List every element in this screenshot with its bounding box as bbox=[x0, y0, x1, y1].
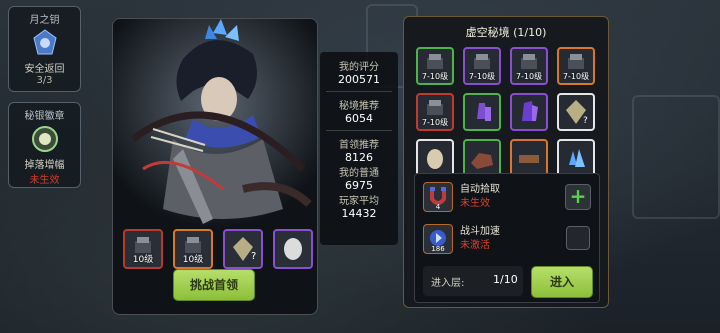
safe-return-label: 安全返回 bbox=[24, 64, 65, 75]
auto-pickup-status: 未生效 bbox=[460, 198, 490, 209]
mystery-crystal-icon: ? bbox=[566, 100, 588, 126]
boss-recommend-label: 首领推荐 bbox=[339, 140, 379, 151]
egg-icon bbox=[284, 238, 302, 260]
battle-speed-status: 未激活 bbox=[460, 240, 490, 251]
boss-recommend-value: 8126 bbox=[345, 151, 373, 164]
moon-key-title: 月之钥 bbox=[29, 15, 60, 26]
realm-reward-cell[interactable]: ? bbox=[557, 93, 595, 131]
realm-reward-cell[interactable]: 7-10级 bbox=[463, 47, 501, 85]
player-avg-value: 14432 bbox=[341, 207, 377, 220]
speed-count: 186 bbox=[431, 245, 445, 253]
battle-speed-row: 186 战斗加速 未激活 bbox=[423, 224, 500, 254]
floor-value: 1/10 bbox=[493, 273, 518, 286]
cell-label: 7-10级 bbox=[421, 72, 449, 81]
floor-label: 进入层: bbox=[431, 278, 465, 289]
divider bbox=[326, 130, 392, 131]
reward-mystery-item[interactable]: ? bbox=[223, 229, 263, 269]
blue-crystal-icon bbox=[569, 149, 585, 167]
cell-label: 7-10级 bbox=[562, 72, 590, 81]
egg-icon bbox=[427, 149, 443, 169]
realm-reward-cell[interactable] bbox=[557, 139, 595, 177]
wood-icon bbox=[519, 155, 539, 163]
realm-reward-cell[interactable] bbox=[416, 139, 454, 177]
magnet-icon: 4 bbox=[423, 182, 453, 212]
auto-pickup-row: 4 自动拾取 未生效 bbox=[423, 182, 500, 212]
realm-reward-cell[interactable] bbox=[510, 93, 548, 131]
void-realm-panel: 虚空秘境 (1/10) 7-10级 7-10级 7-10级 7-10级 7-10… bbox=[403, 16, 609, 308]
realm-reward-cell[interactable] bbox=[463, 139, 501, 177]
purple-crystal-icon bbox=[477, 103, 491, 121]
realm-reward-cell[interactable]: 7-10级 bbox=[557, 47, 595, 85]
reward-egg-item[interactable] bbox=[273, 229, 313, 269]
my-score-label: 我的评分 bbox=[339, 62, 379, 73]
score-stats-panel: 我的评分 200571 秘境推荐 6054 首领推荐 8126 我的普通 697… bbox=[320, 52, 398, 245]
reward-level-label: 10级 bbox=[132, 255, 154, 265]
ore-icon bbox=[471, 153, 493, 169]
player-avg-label: 玩家平均 bbox=[339, 196, 379, 207]
realm-reward-cell[interactable]: 7-10级 bbox=[416, 93, 454, 131]
background-panel-ghost bbox=[632, 95, 720, 219]
boss-reward-row: 10级 10级 ? bbox=[123, 229, 313, 269]
reward-chest-item[interactable]: 10级 bbox=[173, 229, 213, 269]
badge-icon bbox=[26, 124, 64, 154]
drop-boost-status: 未生效 bbox=[29, 175, 60, 186]
moon-key-icon bbox=[26, 28, 64, 58]
purple-crystal-icon bbox=[522, 101, 538, 121]
recommend-label: 秘境推荐 bbox=[339, 101, 379, 112]
svg-text:?: ? bbox=[251, 251, 256, 262]
realm-reward-cell[interactable]: 7-10级 bbox=[416, 47, 454, 85]
safe-return-count: 3/3 bbox=[36, 75, 53, 86]
recommend-value: 6054 bbox=[345, 112, 373, 125]
add-auto-pickup-button[interactable]: + bbox=[565, 184, 591, 210]
cell-label: 7-10级 bbox=[421, 118, 449, 127]
realm-reward-grid: 7-10级 7-10级 7-10级 7-10级 7-10级 ? bbox=[416, 47, 598, 177]
enter-button[interactable]: 进入 bbox=[531, 266, 593, 298]
cell-label: 7-10级 bbox=[515, 72, 543, 81]
moon-key-button[interactable]: 月之钥 安全返回 3/3 bbox=[8, 6, 81, 92]
my-score-value: 200571 bbox=[338, 73, 380, 86]
reward-chest-item[interactable]: 10级 bbox=[123, 229, 163, 269]
battle-speed-checkbox[interactable] bbox=[566, 226, 590, 250]
mithril-badge-title: 秘银徽章 bbox=[24, 111, 65, 122]
my-normal-label: 我的普通 bbox=[339, 168, 379, 179]
battle-speed-title: 战斗加速 bbox=[460, 226, 500, 237]
my-normal-value: 6975 bbox=[345, 179, 373, 192]
auto-pickup-title: 自动拾取 bbox=[460, 184, 500, 195]
realm-reward-cell[interactable]: 7-10级 bbox=[510, 47, 548, 85]
reward-level-label: 10级 bbox=[182, 255, 204, 265]
realm-title: 虚空秘境 (1/10) bbox=[465, 26, 547, 39]
speed-icon: 186 bbox=[423, 224, 453, 254]
divider bbox=[326, 91, 392, 92]
svg-text:?: ? bbox=[583, 116, 588, 126]
realm-reward-cell[interactable] bbox=[510, 139, 548, 177]
challenge-boss-button[interactable]: 挑战首领 bbox=[173, 269, 255, 301]
cell-label: 7-10级 bbox=[468, 72, 496, 81]
floor-selector[interactable]: 进入层: 1/10 bbox=[423, 266, 523, 296]
mystery-crystal-icon: ? bbox=[233, 237, 256, 262]
mithril-badge-button[interactable]: 秘银徽章 掉落增幅 未生效 bbox=[8, 102, 81, 188]
magnet-count: 4 bbox=[435, 203, 441, 211]
realm-reward-cell[interactable] bbox=[463, 93, 501, 131]
boss-portrait bbox=[113, 19, 317, 229]
boss-panel: 10级 10级 ? 挑战首领 bbox=[112, 18, 318, 315]
drop-boost-label: 掉落增幅 bbox=[24, 160, 65, 171]
realm-settings-panel: 4 自动拾取 未生效 + 186 战斗加速 未激活 进入层: 1/10 进入 bbox=[414, 173, 600, 303]
